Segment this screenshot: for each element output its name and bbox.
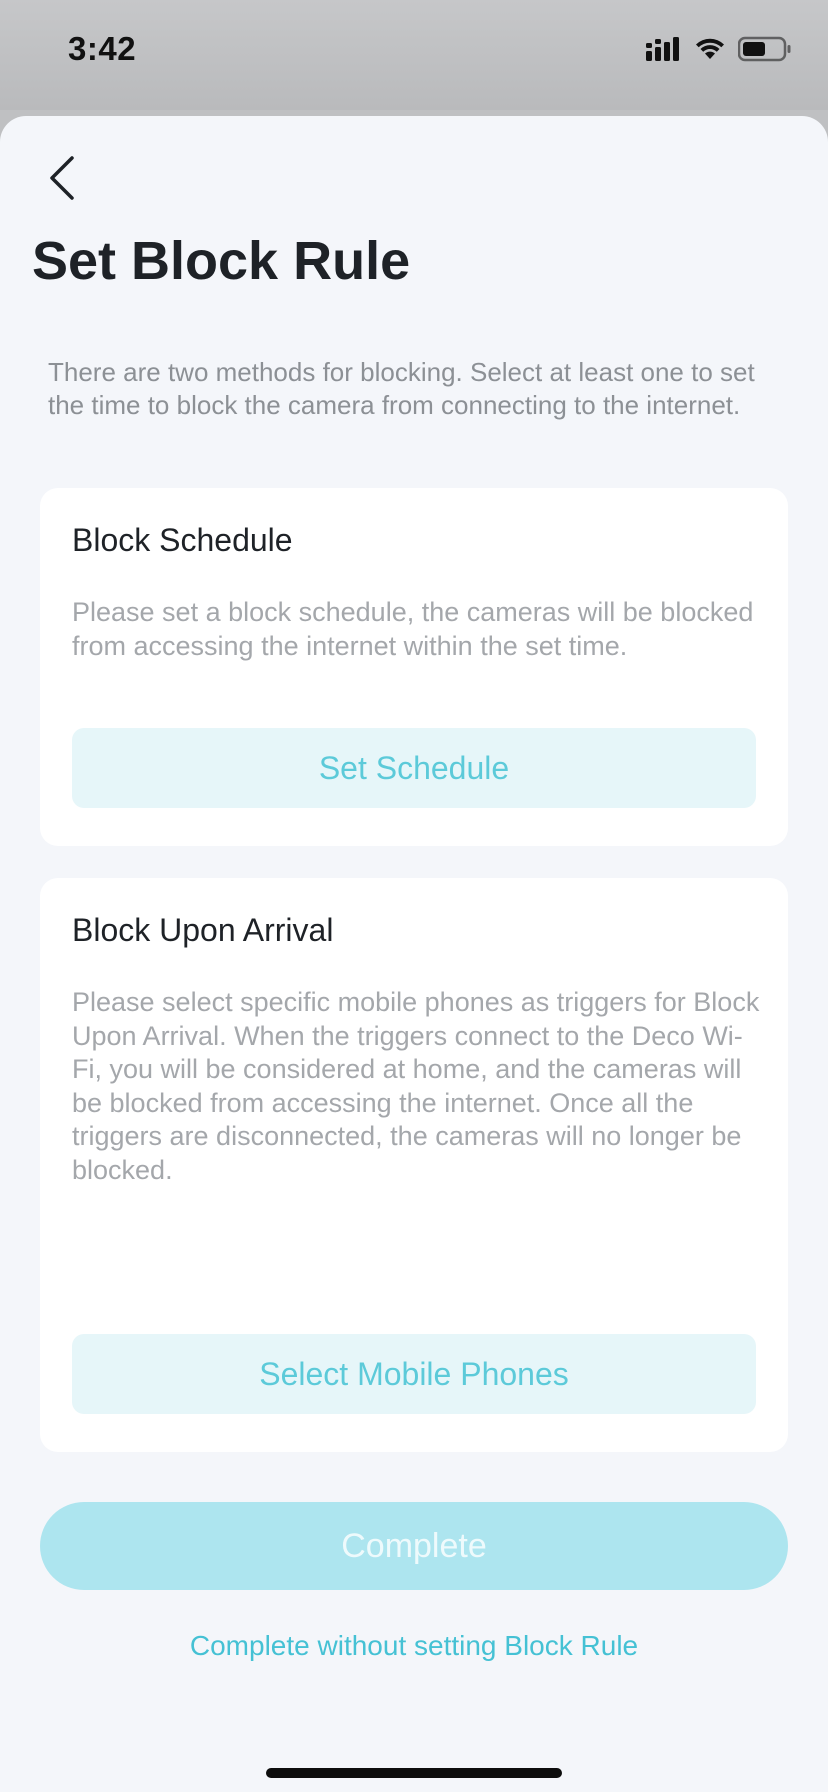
block-upon-arrival-description: Please select specific mobile phones as … bbox=[72, 987, 760, 1185]
page-title: Set Block Rule bbox=[32, 231, 411, 291]
home-indicator bbox=[266, 1768, 562, 1778]
status-time: 3:42 bbox=[68, 30, 137, 67]
set-schedule-button[interactable]: Set Schedule bbox=[72, 728, 756, 808]
wifi-icon bbox=[696, 38, 724, 59]
block-upon-arrival-title: Block Upon Arrival bbox=[72, 912, 334, 948]
intro-text: There are two methods for blocking. Sele… bbox=[48, 357, 755, 420]
block-schedule-title: Block Schedule bbox=[72, 522, 293, 558]
block-schedule-card: Block Schedule Please set a block schedu… bbox=[40, 488, 788, 846]
modal-sheet: Set Block Rule There are two methods for… bbox=[0, 116, 828, 1792]
status-icons bbox=[646, 36, 792, 62]
complete-without-block-rule-link[interactable]: Complete without setting Block Rule bbox=[0, 1630, 828, 1662]
block-upon-arrival-card: Block Upon Arrival Please select specifi… bbox=[40, 878, 788, 1452]
select-mobile-phones-button[interactable]: Select Mobile Phones bbox=[72, 1334, 756, 1414]
battery-icon bbox=[738, 36, 791, 62]
back-button[interactable] bbox=[38, 150, 86, 206]
cellular-signal-icon bbox=[646, 37, 679, 61]
block-schedule-description: Please set a block schedule, the cameras… bbox=[72, 597, 754, 661]
chevron-left-icon bbox=[50, 156, 74, 200]
complete-button[interactable]: Complete bbox=[40, 1502, 788, 1590]
status-bar: 3:42 bbox=[0, 0, 828, 110]
